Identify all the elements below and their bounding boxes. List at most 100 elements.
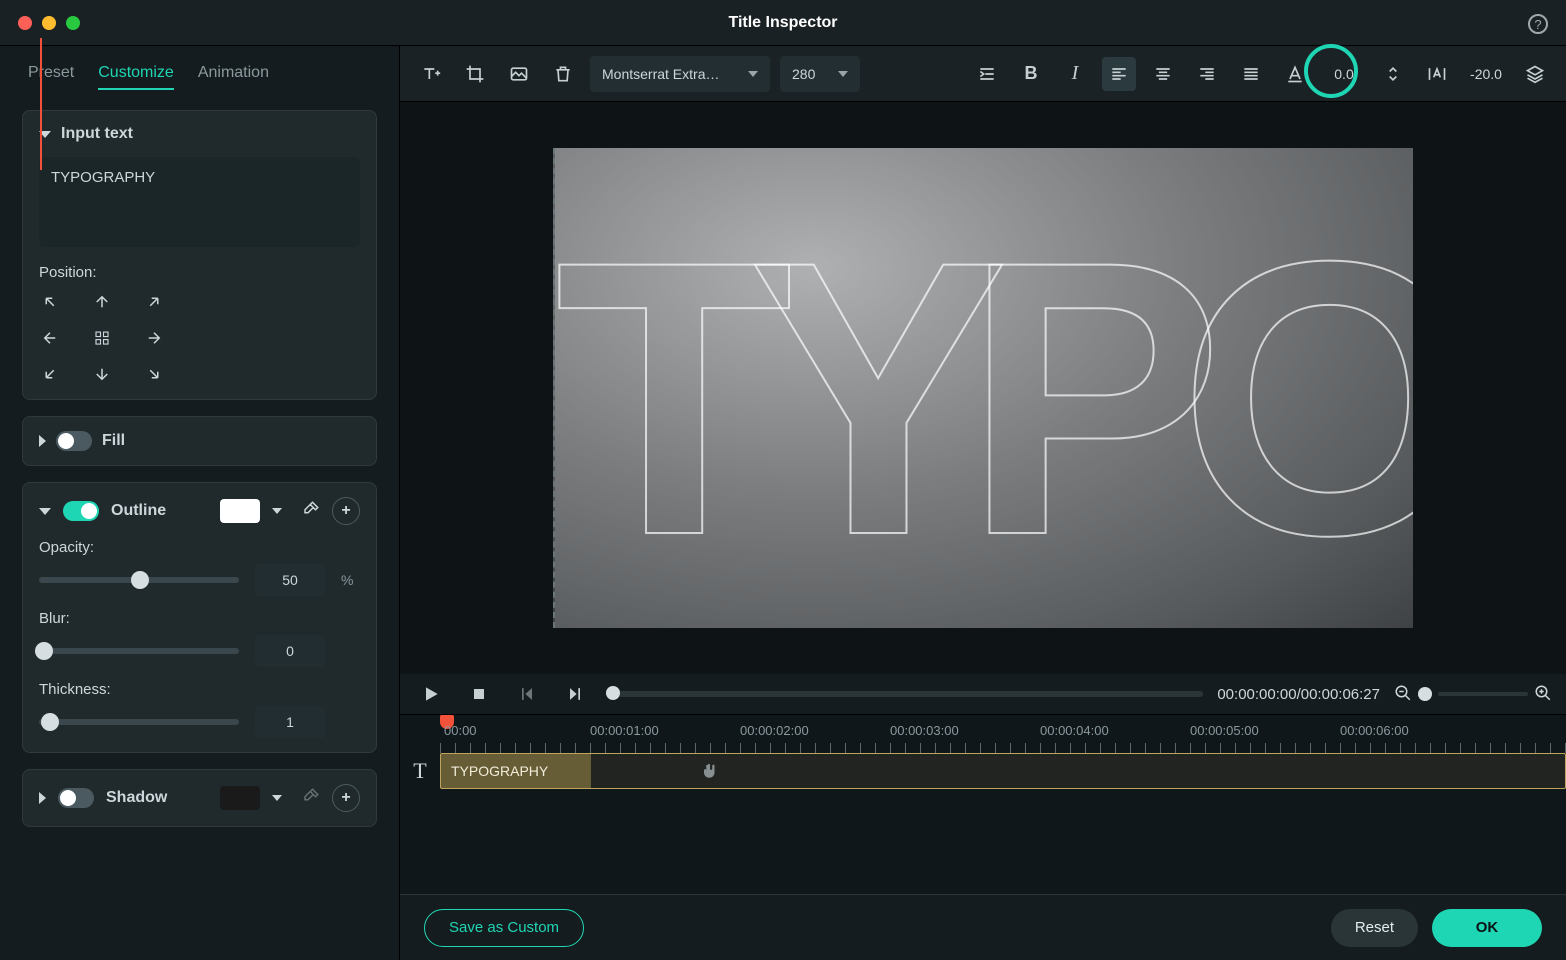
- char-spacing-icon[interactable]: [1420, 57, 1454, 91]
- layers-button[interactable]: [1518, 57, 1552, 91]
- add-text-button[interactable]: [414, 57, 448, 91]
- window-controls: [18, 16, 80, 30]
- crop-button[interactable]: [458, 57, 492, 91]
- timeline-track: T TYPOGRAPHY: [400, 753, 1566, 789]
- thickness-slider[interactable]: [39, 719, 239, 725]
- tab-preset[interactable]: Preset: [28, 64, 74, 90]
- pos-top-right[interactable]: [143, 291, 165, 313]
- timeline-ruler[interactable]: 00:00 00:00:01:00 00:00:02:00 00:00:03:0…: [440, 715, 1566, 753]
- step-forward-button[interactable]: [558, 677, 592, 711]
- tab-customize[interactable]: Customize: [98, 64, 174, 90]
- input-text-label: Input text: [61, 125, 133, 143]
- window-title: Title Inspector: [728, 14, 837, 32]
- add-outline-button[interactable]: +: [332, 497, 360, 525]
- line-spacing-stepper[interactable]: [1376, 57, 1410, 91]
- align-justify-button[interactable]: [1234, 57, 1268, 91]
- minimize-window-button[interactable]: [42, 16, 56, 30]
- dialog-footer: Save as Custom Reset OK: [400, 894, 1566, 960]
- zoom-out-icon[interactable]: [1394, 684, 1412, 705]
- canvas-text[interactable]: TYPOGRAPHY: [555, 203, 1413, 593]
- section-shadow: Shadow +: [22, 769, 377, 827]
- zoom-in-icon[interactable]: [1534, 684, 1552, 705]
- clip-track[interactable]: TYPOGRAPHY: [440, 753, 1566, 789]
- help-icon[interactable]: ?: [1528, 14, 1548, 34]
- play-button[interactable]: [414, 677, 448, 711]
- ruler-tick: 00:00:01:00: [590, 723, 659, 738]
- shadow-header[interactable]: Shadow +: [39, 784, 360, 812]
- char-spacing-value[interactable]: -20.0: [1464, 66, 1508, 82]
- delete-button[interactable]: [546, 57, 580, 91]
- pos-top-left[interactable]: [39, 291, 61, 313]
- font-size-select[interactable]: 280: [780, 56, 860, 92]
- pos-left[interactable]: [39, 327, 61, 349]
- close-window-button[interactable]: [18, 16, 32, 30]
- fill-toggle[interactable]: [56, 431, 92, 451]
- blur-label: Blur:: [39, 610, 360, 627]
- ruler-tick: 00:00: [444, 723, 477, 738]
- pos-bottom-right[interactable]: [143, 363, 165, 385]
- chevron-down-icon[interactable]: [272, 795, 282, 801]
- section-outline: Outline + Opacity: 50 % Blur: 0 Thickn: [22, 482, 377, 753]
- timeline: 00:00 00:00:01:00 00:00:02:00 00:00:03:0…: [400, 714, 1566, 894]
- image-button[interactable]: [502, 57, 536, 91]
- thickness-label: Thickness:: [39, 681, 360, 698]
- ruler-tick: 00:00:04:00: [1040, 723, 1109, 738]
- indent-button[interactable]: [970, 57, 1004, 91]
- blur-value[interactable]: 0: [255, 635, 325, 667]
- text-toolbar: Montserrat Extra… 280 B I 0.0 -20.0: [400, 46, 1566, 102]
- playback-bar: 00:00:00:00/00:00:06:27: [400, 674, 1566, 714]
- fill-header[interactable]: Fill: [39, 431, 360, 451]
- font-size-value: 280: [792, 66, 815, 82]
- pos-bottom[interactable]: [91, 363, 113, 385]
- eyedropper-icon[interactable]: [302, 787, 320, 810]
- shadow-toggle[interactable]: [58, 788, 94, 808]
- align-center-button[interactable]: [1146, 57, 1180, 91]
- align-left-button[interactable]: [1102, 57, 1136, 91]
- ruler-ticks: [440, 743, 1566, 753]
- zoom-slider[interactable]: [1438, 692, 1528, 696]
- ok-button[interactable]: OK: [1432, 909, 1542, 947]
- pos-top[interactable]: [91, 291, 113, 313]
- outline-toggle[interactable]: [63, 501, 99, 521]
- main-area: Montserrat Extra… 280 B I 0.0 -20.0: [400, 46, 1566, 960]
- outline-label: Outline: [111, 502, 166, 520]
- align-right-button[interactable]: [1190, 57, 1224, 91]
- title-text-input[interactable]: [39, 157, 360, 247]
- eyedropper-icon[interactable]: [302, 500, 320, 523]
- opacity-value[interactable]: 50: [255, 564, 325, 596]
- stop-button[interactable]: [462, 677, 496, 711]
- shadow-color-swatch[interactable]: [220, 786, 260, 810]
- chevron-down-icon[interactable]: [272, 508, 282, 514]
- pos-right[interactable]: [143, 327, 165, 349]
- bold-button[interactable]: B: [1014, 57, 1048, 91]
- pos-center[interactable]: [91, 327, 113, 349]
- maximize-window-button[interactable]: [66, 16, 80, 30]
- clip-segment[interactable]: TYPOGRAPHY: [441, 754, 591, 788]
- reset-button[interactable]: Reset: [1331, 909, 1418, 947]
- outline-color-swatch[interactable]: [220, 499, 260, 523]
- blur-slider[interactable]: [39, 648, 239, 654]
- zoom-slider-thumb[interactable]: [1418, 687, 1432, 701]
- pos-bottom-left[interactable]: [39, 363, 61, 385]
- save-custom-button[interactable]: Save as Custom: [424, 909, 584, 947]
- chevron-down-icon: [748, 71, 758, 77]
- outline-header[interactable]: Outline +: [39, 497, 360, 525]
- position-label: Position:: [39, 264, 360, 281]
- window-titlebar: Title Inspector ?: [0, 0, 1566, 46]
- chevron-down-icon: [838, 71, 848, 77]
- font-family-select[interactable]: Montserrat Extra…: [590, 56, 770, 92]
- opacity-slider[interactable]: [39, 577, 239, 583]
- playback-scrubber[interactable]: [606, 691, 1203, 697]
- text-color-button[interactable]: [1278, 57, 1312, 91]
- tab-animation[interactable]: Animation: [198, 64, 269, 90]
- add-shadow-button[interactable]: +: [332, 784, 360, 812]
- italic-button[interactable]: I: [1058, 57, 1092, 91]
- mode-tabs: Preset Customize Animation: [0, 46, 399, 102]
- line-spacing-value[interactable]: 0.0: [1322, 66, 1366, 82]
- input-text-header[interactable]: Input text: [39, 125, 360, 143]
- preview-canvas[interactable]: TYPOGRAPHY: [553, 148, 1413, 628]
- chevron-right-icon: [39, 435, 46, 447]
- step-back-button[interactable]: [510, 677, 544, 711]
- thickness-value[interactable]: 1: [255, 706, 325, 738]
- clip-label: TYPOGRAPHY: [451, 763, 548, 779]
